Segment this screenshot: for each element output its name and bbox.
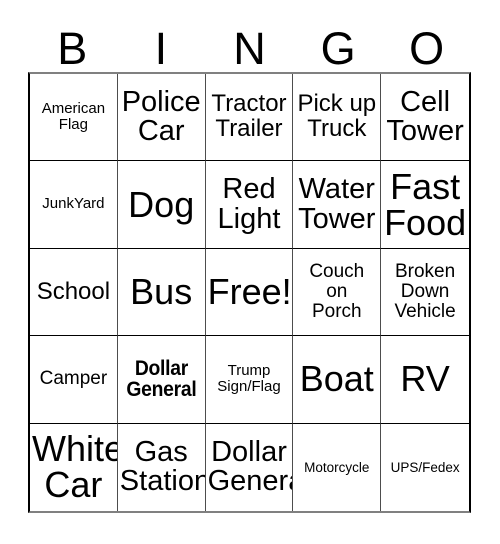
bingo-cell-label: Dollar General [207,435,293,498]
bingo-cell-label: Camper [39,368,108,390]
bingo-cell-label: Dollar General [126,356,197,402]
bingo-cell-label: American Flag [41,99,106,134]
bingo-cell[interactable]: Dog [117,161,206,249]
bingo-cell-label: Bus [130,270,193,312]
bingo-cell[interactable]: Broken Down Vehicle [381,248,469,337]
bingo-cell-label: Gas Station [119,435,206,498]
bingo-header-letter-n: N [233,23,266,74]
bingo-cell-label: Red Light [217,173,281,235]
bingo-header-row: B I N G O [28,14,471,72]
bingo-cell-label: Boat [299,358,374,400]
bingo-cell[interactable]: Camper [30,336,118,424]
bingo-cell-label: Broken Down Vehicle [394,260,456,323]
bingo-cell-label: JunkYard [42,195,105,213]
bingo-cell[interactable]: Gas Station [117,423,206,511]
bingo-cell-label: RV [400,358,450,400]
bingo-cell[interactable]: Pick up Truck [293,74,382,162]
bingo-cell-label: Motorcycle [304,459,370,475]
bingo-cell[interactable]: Bus [117,248,206,337]
bingo-cell-label: Dog [128,183,195,225]
bingo-cell[interactable]: UPS/Fedex [381,423,469,511]
bingo-cell[interactable]: RV [381,336,469,424]
bingo-cell[interactable]: Dollar General [117,336,206,424]
bingo-grid: American Flag Police Car Tractor Trailer Pi… [28,72,471,513]
bingo-cell-label: Tractor Trailer [211,90,287,143]
bingo-cell[interactable]: School [30,248,118,337]
bingo-cell-label: Pick up Truck [297,90,377,143]
bingo-cell[interactable]: Couch on Porch [293,248,382,337]
bingo-cell[interactable]: Red Light [205,161,294,249]
bingo-cell[interactable]: Dollar General [205,423,294,511]
bingo-header-letter-o: O [409,23,445,74]
bingo-cell-label: Water Tower [298,173,376,235]
bingo-cell-free-space[interactable]: Free! [205,248,294,337]
bingo-header-letter-g: G [320,23,356,74]
bingo-cell[interactable]: Cell Tower [381,74,469,162]
bingo-cell[interactable]: Police Car [117,74,206,162]
bingo-cell-label: UPS/Fedex [390,459,460,475]
bingo-cell[interactable]: White Car [30,423,118,511]
bingo-cell[interactable]: Tractor Trailer [205,74,294,162]
bingo-cell-label: Trump Sign/Flag [217,361,281,396]
bingo-cell[interactable]: Motorcycle [293,423,382,511]
bingo-header-letter-b: B [57,23,88,74]
bingo-cell-label: Fast Food [384,165,467,243]
bingo-cell-label: Police Car [121,85,201,148]
bingo-cell[interactable]: JunkYard [30,161,118,249]
bingo-cell-label: Cell Tower [386,85,464,148]
bingo-cell[interactable]: Fast Food [381,161,469,249]
bingo-cell[interactable]: Water Tower [293,161,382,249]
bingo-header-letter-i: I [154,23,168,74]
bingo-cell-label: Couch on Porch [309,260,365,323]
bingo-cell[interactable]: American Flag [30,74,118,162]
bingo-cell[interactable]: Trump Sign/Flag [205,336,294,424]
bingo-card: B I N G O American Flag Police Car Tractor… [0,0,500,544]
bingo-cell-label: School [36,277,111,305]
bingo-cell[interactable]: Boat [293,336,382,424]
bingo-cell-label: White Car [32,428,118,506]
bingo-cell-label: Free! [207,270,292,312]
